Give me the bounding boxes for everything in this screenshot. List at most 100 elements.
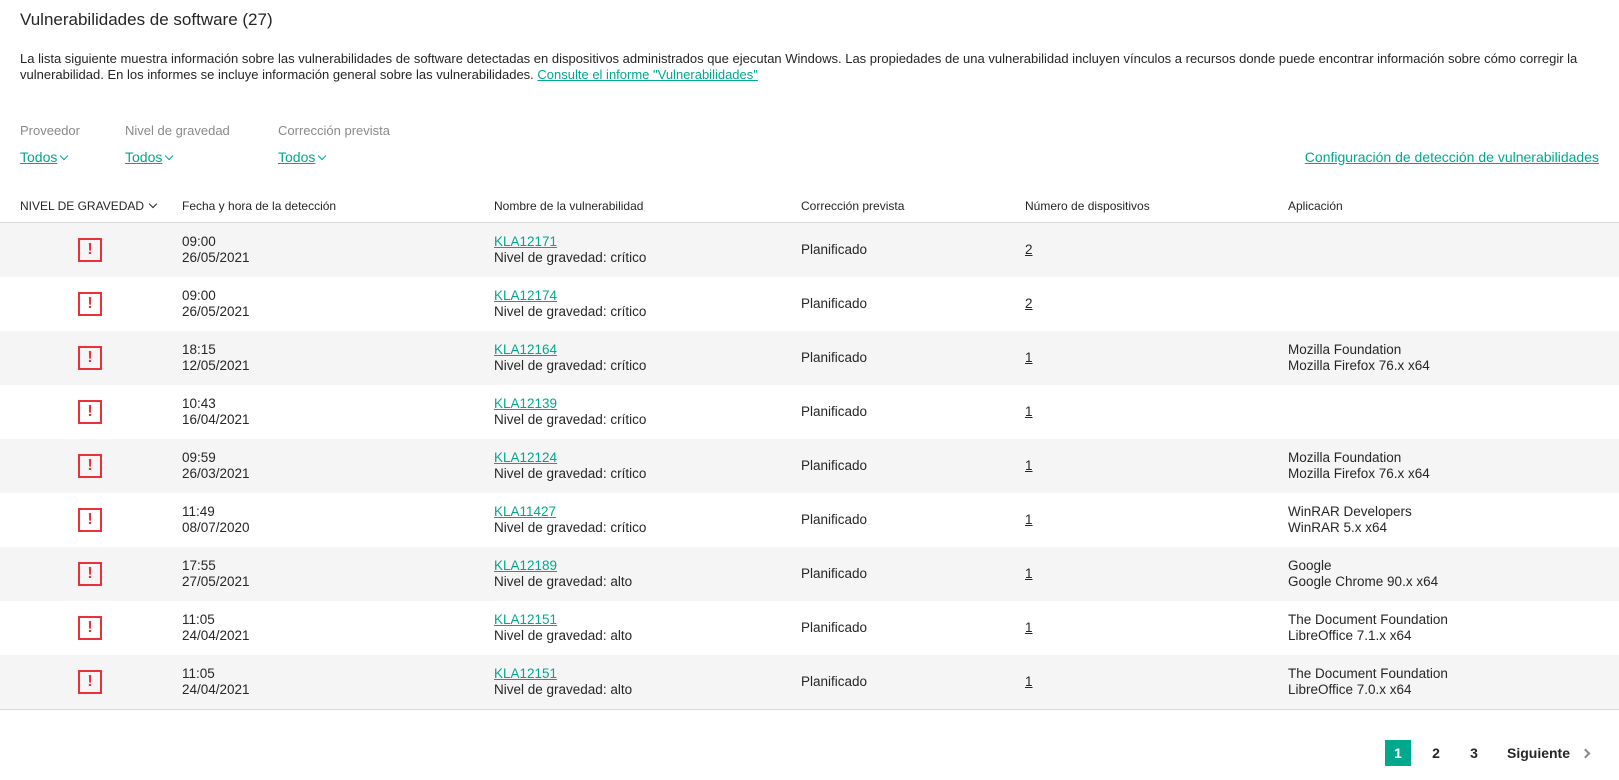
detection-datetime: 10:43 16/04/2021: [182, 396, 250, 428]
vulnerability-name: KLA12189 Nivel de gravedad: alto: [494, 558, 632, 590]
vulnerability-name: KLA12171 Nivel de gravedad: crítico: [494, 234, 646, 266]
alert-square-icon: !: [78, 616, 102, 640]
detection-datetime: 09:00 26/05/2021: [182, 288, 250, 320]
vulnerability-name: KLA12164 Nivel de gravedad: crítico: [494, 342, 646, 374]
column-header-severity-label: NIVEL DE GRAVEDAD: [20, 199, 145, 213]
vulnerability-id-link[interactable]: KLA12189: [494, 558, 632, 574]
vulnerability-detection-config-link[interactable]: Configuración de detección de vulnerabil…: [1305, 149, 1599, 165]
chevron-down-icon: [60, 151, 69, 161]
table-row[interactable]: ! 11:05 24/04/2021 KLA12151 Nivel de grave…: [0, 655, 1619, 709]
severity-level-text: Nivel de gravedad: crítico: [494, 520, 647, 535]
column-header-app[interactable]: Aplicación: [1288, 199, 1343, 213]
detection-date: 24/04/2021: [182, 682, 250, 697]
table-row[interactable]: ! 17:55 27/05/2021 KLA12189 Nivel de grave…: [0, 547, 1619, 601]
next-page-button[interactable]: Siguiente: [1507, 745, 1591, 761]
column-header-date[interactable]: Fecha y hora de la detección: [182, 199, 336, 213]
application-name: Mozilla Firefox 76.x x64: [1288, 358, 1430, 373]
page-button-1[interactable]: 1: [1384, 740, 1411, 766]
application: Mozilla Foundation Mozilla Firefox 76.x x…: [1288, 450, 1430, 482]
column-header-fix[interactable]: Corrección prevista: [801, 199, 904, 213]
detection-datetime: 11:49 08/07/2020: [182, 504, 250, 536]
device-count-link[interactable]: 1: [1025, 404, 1033, 420]
vulnerability-id-link[interactable]: KLA12171: [494, 234, 646, 250]
chevron-down-icon: [148, 199, 158, 209]
application-name: Google Chrome 90.x x64: [1288, 574, 1439, 589]
detection-date: 12/05/2021: [182, 358, 250, 373]
chevron-right-icon: [1580, 748, 1591, 758]
table-row[interactable]: ! 11:49 08/07/2020 KLA11427 Nivel de grave…: [0, 493, 1619, 547]
vulnerability-id-link[interactable]: KLA12124: [494, 450, 646, 466]
detection-date: 24/04/2021: [182, 628, 250, 643]
filter-vendor-dropdown[interactable]: Todos: [20, 149, 69, 165]
application: The Document Foundation LibreOffice 7.0.x…: [1288, 666, 1448, 698]
filter-severity-label: Nivel de gravedad: [125, 123, 230, 138]
severity-level-text: Nivel de gravedad: crítico: [494, 358, 647, 373]
application-name: WinRAR 5.x x64: [1288, 520, 1388, 535]
page-button-3[interactable]: 3: [1461, 740, 1487, 766]
detection-time: 11:05: [182, 666, 215, 681]
application-vendor: The Document Foundation: [1288, 612, 1448, 627]
detection-datetime: 09:00 26/05/2021: [182, 234, 250, 266]
detection-time: 09:00: [182, 288, 216, 303]
table-row[interactable]: ! 18:15 12/05/2021 KLA12164 Nivel de grave…: [0, 331, 1619, 385]
device-count-link[interactable]: 2: [1025, 296, 1033, 312]
detection-datetime: 17:55 27/05/2021: [182, 558, 250, 590]
vulnerability-id-link[interactable]: KLA12151: [494, 612, 632, 628]
detection-time: 17:55: [182, 558, 216, 573]
alert-square-icon: !: [78, 508, 102, 532]
detection-time: 11:49: [182, 504, 215, 519]
description-text: La lista siguiente muestra información s…: [20, 51, 1578, 82]
vulnerability-name: KLA11427 Nivel de gravedad: crítico: [494, 504, 646, 536]
detection-datetime: 11:05 24/04/2021: [182, 612, 250, 644]
device-count-link[interactable]: 1: [1025, 674, 1033, 690]
detection-datetime: 18:15 12/05/2021: [182, 342, 250, 374]
filter-severity-dropdown[interactable]: Todos: [125, 149, 174, 165]
filter-fix-dropdown[interactable]: Todos: [278, 149, 327, 165]
severity-level-text: Nivel de gravedad: crítico: [494, 304, 647, 319]
column-header-severity[interactable]: NIVEL DE GRAVEDAD: [20, 199, 158, 213]
vulnerability-id-link[interactable]: KLA12164: [494, 342, 646, 358]
device-count-link[interactable]: 2: [1025, 242, 1033, 258]
filter-vendor-value: Todos: [20, 149, 58, 165]
detection-time: 09:00: [182, 234, 216, 249]
vulnerability-name: KLA12124 Nivel de gravedad: crítico: [494, 450, 646, 482]
alert-square-icon: !: [78, 562, 102, 586]
table-row[interactable]: ! 11:05 24/04/2021 KLA12151 Nivel de grave…: [0, 601, 1619, 655]
planned-fix: Planificado: [801, 458, 868, 473]
table-row[interactable]: ! 09:00 26/05/2021 KLA12171 Nivel de grave…: [0, 223, 1619, 277]
detection-date: 27/05/2021: [182, 574, 250, 589]
table-row[interactable]: ! 10:43 16/04/2021 KLA12139 Nivel de grave…: [0, 385, 1619, 439]
filter-vendor: Proveedor Todos: [20, 123, 80, 165]
vulnerability-name: KLA12151 Nivel de gravedad: alto: [494, 612, 632, 644]
alert-square-icon: !: [78, 346, 102, 370]
device-count-link[interactable]: 1: [1025, 458, 1033, 474]
device-count-link[interactable]: 1: [1025, 512, 1033, 528]
severity-level-text: Nivel de gravedad: alto: [494, 682, 633, 697]
filter-fix: Corrección prevista Todos: [278, 123, 390, 165]
column-header-count[interactable]: Número de dispositivos: [1025, 199, 1150, 213]
vulnerability-id-link[interactable]: KLA12174: [494, 288, 646, 304]
severity-level-text: Nivel de gravedad: crítico: [494, 250, 647, 265]
severity-level-text: Nivel de gravedad: crítico: [494, 466, 647, 481]
table-row[interactable]: ! 09:59 26/03/2021 KLA12124 Nivel de grave…: [0, 439, 1619, 493]
vulnerabilities-report-link[interactable]: Consulte el informe "Vulnerabilidades": [537, 67, 757, 82]
filter-fix-value: Todos: [278, 149, 316, 165]
table-row[interactable]: ! 09:00 26/05/2021 KLA12174 Nivel de grave…: [0, 277, 1619, 331]
detection-date: 08/07/2020: [182, 520, 250, 535]
device-count-link[interactable]: 1: [1025, 350, 1033, 366]
device-count-link[interactable]: 1: [1025, 566, 1033, 582]
column-header-name[interactable]: Nombre de la vulnerabilidad: [494, 199, 643, 213]
alert-square-icon: !: [78, 454, 102, 478]
page-button-2[interactable]: 2: [1423, 740, 1449, 766]
vulnerability-name: KLA12174 Nivel de gravedad: crítico: [494, 288, 646, 320]
filter-severity: Nivel de gravedad Todos: [125, 123, 230, 165]
detection-time: 11:05: [182, 612, 215, 627]
vulnerability-id-link[interactable]: KLA12151: [494, 666, 632, 682]
vulnerability-id-link[interactable]: KLA11427: [494, 504, 646, 520]
filter-fix-label: Corrección prevista: [278, 123, 390, 138]
alert-square-icon: !: [78, 292, 102, 316]
detection-date: 16/04/2021: [182, 412, 250, 427]
vulnerability-id-link[interactable]: KLA12139: [494, 396, 646, 412]
planned-fix: Planificado: [801, 620, 868, 635]
device-count-link[interactable]: 1: [1025, 620, 1033, 636]
